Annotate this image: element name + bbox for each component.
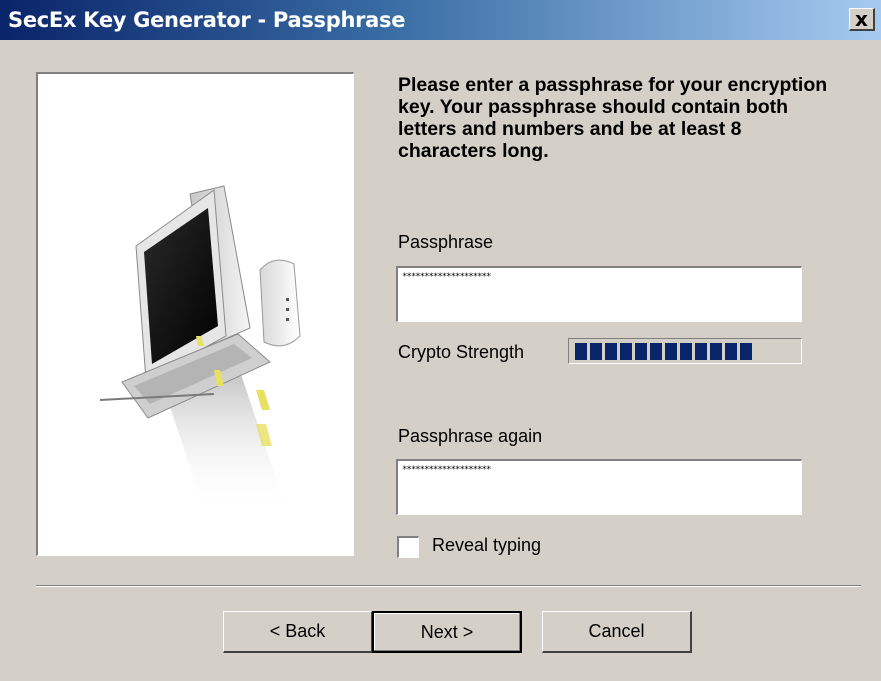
passphrase-label: Passphrase	[398, 232, 494, 252]
button-divider	[36, 585, 861, 587]
crypto-strength-meter	[568, 338, 802, 364]
passphrase-input[interactable]: ********************	[396, 266, 802, 322]
strength-segment	[710, 343, 722, 360]
cancel-button[interactable]: Cancel	[542, 611, 692, 653]
close-button[interactable]: x	[849, 8, 875, 31]
strength-segment	[725, 343, 737, 360]
strength-segment	[605, 343, 617, 360]
strength-segment	[680, 343, 692, 360]
illustration-panel	[36, 72, 354, 556]
strength-segment	[665, 343, 677, 360]
strength-segment	[740, 343, 752, 360]
strength-segment	[590, 343, 602, 360]
reveal-typing-checkbox[interactable]	[397, 536, 419, 558]
computer-illustration-icon	[99, 185, 301, 514]
passphrase-again-masked-value: ********************	[402, 465, 491, 475]
strength-segment	[620, 343, 632, 360]
reveal-typing-label[interactable]: Reveal typing	[432, 535, 541, 556]
title-bar[interactable]: SecEx Key Generator - Passphrase x	[0, 0, 881, 40]
strength-segment	[695, 343, 707, 360]
crypto-strength-label: Crypto Strength	[398, 342, 525, 362]
window-title: SecEx Key Generator - Passphrase	[8, 8, 406, 32]
instructions-text: Please enter a passphrase for your encry…	[398, 74, 828, 162]
passphrase-masked-value: ********************	[402, 272, 491, 282]
strength-segment	[650, 343, 662, 360]
next-button[interactable]: Next >	[372, 611, 522, 653]
strength-segment	[635, 343, 647, 360]
strength-segment	[575, 343, 587, 360]
back-button[interactable]: < Back	[223, 611, 373, 653]
passphrase-again-label: Passphrase again	[398, 426, 543, 446]
passphrase-again-input[interactable]: ********************	[396, 459, 802, 515]
passphrase-dialog: SecEx Key Generator - Passphrase x Pleas…	[0, 0, 881, 681]
